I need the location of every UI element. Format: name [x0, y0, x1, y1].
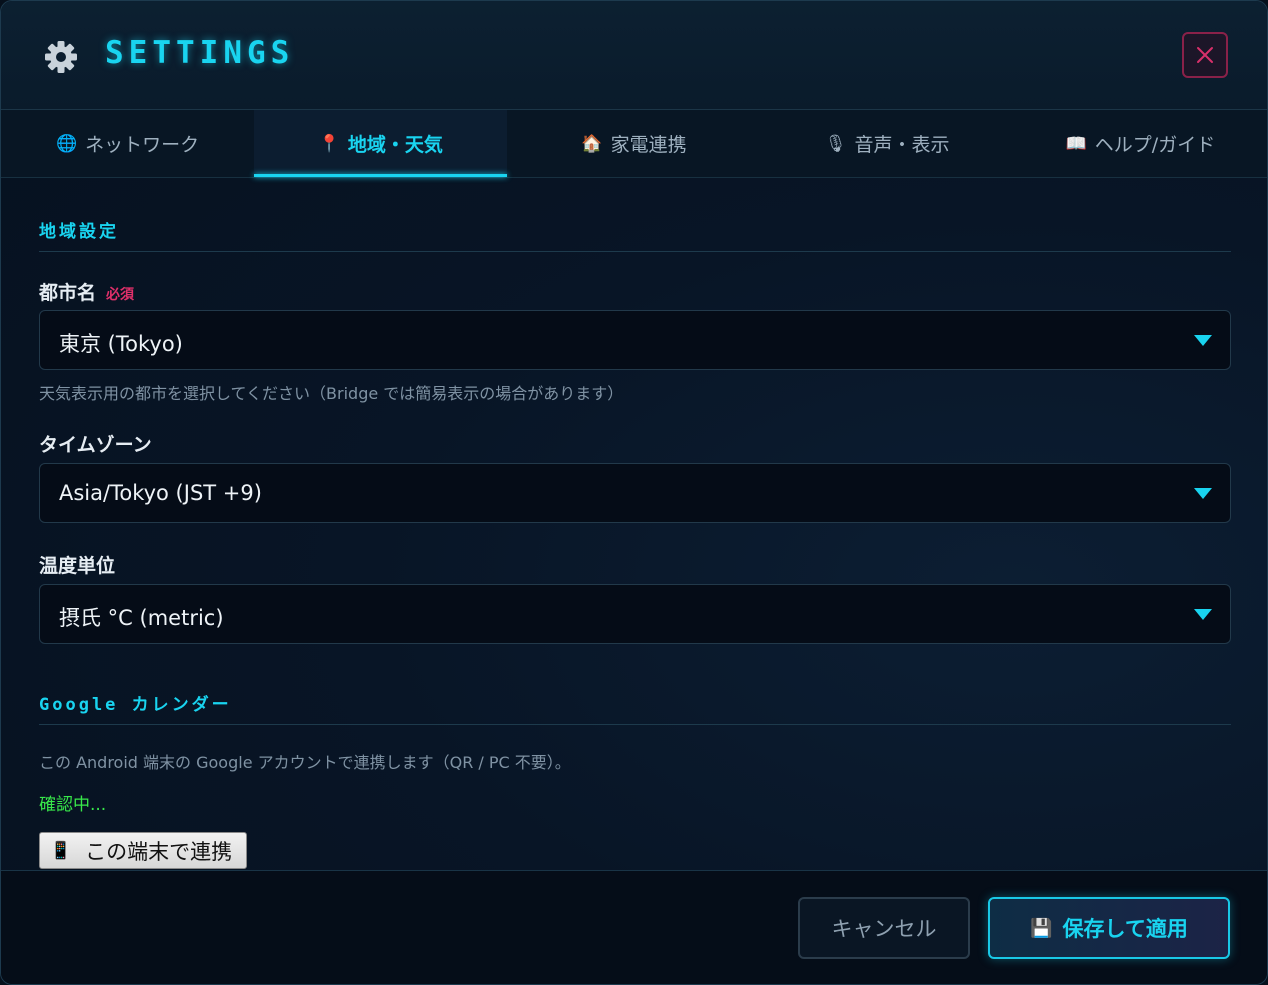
book-icon: 📖 — [1065, 133, 1087, 154]
temperature-label: 温度単位 — [39, 555, 116, 577]
city-select-value: 東京 (Tokyo) — [59, 332, 183, 356]
city-hint: 天気表示用の都市を選択してください（Bridge では簡易表示の場合があります） — [39, 384, 624, 403]
calendar-status: 確認中... — [39, 795, 107, 815]
tab-region-weather[interactable]: 📍 地域・天気 — [254, 110, 508, 177]
dialog-footer: キャンセル 💾 保存して適用 — [1, 870, 1267, 984]
tab-label: 家電連携 — [610, 134, 687, 156]
calendar-section-title: Google カレンダー — [39, 695, 232, 715]
city-label: 都市名 必須 — [39, 278, 134, 305]
save-apply-button[interactable]: 💾 保存して適用 — [988, 897, 1230, 959]
close-button[interactable] — [1182, 32, 1228, 78]
tab-label: 音声・表示 — [854, 134, 950, 156]
city-select[interactable]: 東京 (Tokyo) — [39, 310, 1231, 370]
settings-dialog: SETTINGS 🌐 ネットワーク 📍 地域・天気 🏠 家電連携 🎙 音声・表示… — [0, 0, 1268, 985]
tab-bar: 🌐 ネットワーク 📍 地域・天気 🏠 家電連携 🎙 音声・表示 📖 ヘルプ/ガイ… — [1, 110, 1267, 178]
section-divider — [39, 724, 1231, 725]
save-apply-label: 保存して適用 — [1062, 917, 1188, 941]
tab-appliances[interactable]: 🏠 家電連携 — [507, 110, 760, 177]
phone-icon: 📱 — [50, 840, 72, 861]
region-section-title: 地域設定 — [39, 222, 119, 242]
globe-icon: 🌐 — [56, 133, 78, 154]
chevron-down-icon — [1194, 609, 1212, 620]
timezone-select-value: Asia/Tokyo (JST +9) — [59, 481, 262, 505]
tab-help-guide[interactable]: 📖 ヘルプ/ガイド — [1014, 110, 1267, 177]
link-device-button[interactable]: 📱 この端末で連携 — [39, 832, 247, 869]
gear-icon — [45, 41, 77, 73]
dialog-header: SETTINGS — [1, 1, 1267, 110]
chevron-down-icon — [1194, 488, 1212, 499]
close-icon — [1197, 47, 1213, 63]
timezone-label: タイムゾーン — [39, 434, 152, 456]
tab-label: ヘルプ/ガイド — [1094, 134, 1216, 156]
city-label-text: 都市名 — [39, 282, 97, 304]
tab-voice-display[interactable]: 🎙 音声・表示 — [761, 110, 1014, 177]
microphone-icon: 🎙 — [824, 133, 847, 154]
chevron-down-icon — [1194, 335, 1212, 346]
pin-icon: 📍 — [318, 133, 340, 154]
house-icon: 🏠 — [581, 133, 603, 154]
section-divider — [39, 251, 1231, 252]
calendar-description: この Android 端末の Google アカウントで連携します（QR / P… — [39, 753, 571, 772]
floppy-disk-icon: 💾 — [1030, 917, 1053, 939]
timezone-select[interactable]: Asia/Tokyo (JST +9) — [39, 463, 1231, 523]
temperature-select-value: 摂氏 °C (metric) — [59, 606, 224, 630]
dialog-title: SETTINGS — [105, 35, 295, 71]
settings-content: 地域設定 都市名 必須 東京 (Tokyo) 天気表示用の都市を選択してください（… — [39, 177, 1231, 869]
cancel-button[interactable]: キャンセル — [798, 897, 970, 959]
tab-network[interactable]: 🌐 ネットワーク — [1, 110, 254, 177]
temperature-unit-select[interactable]: 摂氏 °C (metric) — [39, 584, 1231, 644]
required-badge: 必須 — [106, 287, 135, 303]
tab-label: 地域・天気 — [347, 134, 443, 156]
link-device-label: この端末で連携 — [85, 839, 233, 864]
tab-label: ネットワーク — [85, 134, 200, 156]
